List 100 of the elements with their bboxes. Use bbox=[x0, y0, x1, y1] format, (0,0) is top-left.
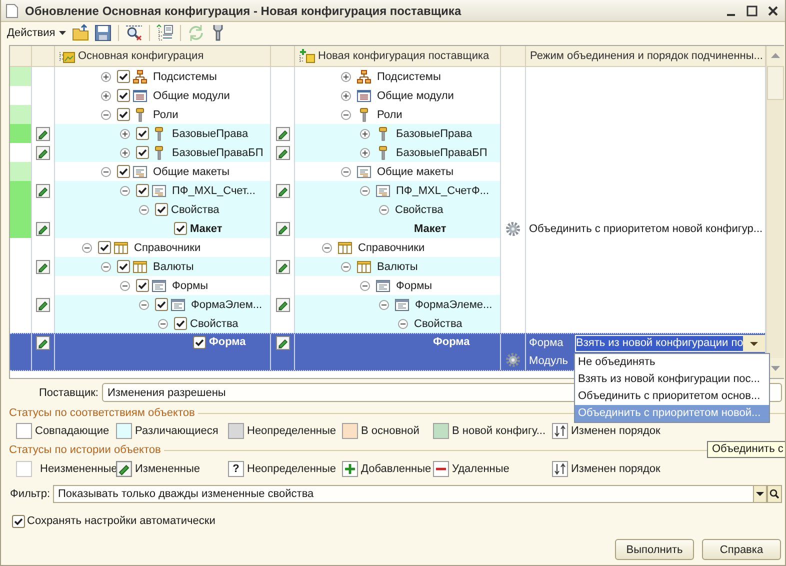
checkbox[interactable] bbox=[174, 222, 187, 235]
tree-toggle[interactable] bbox=[360, 128, 370, 138]
legend-label: Неопределенные bbox=[247, 425, 336, 437]
tree-toggle[interactable] bbox=[360, 186, 370, 196]
tree-toggle[interactable] bbox=[360, 148, 370, 158]
gear-icon[interactable] bbox=[505, 220, 521, 236]
checkbox[interactable] bbox=[12, 514, 25, 528]
tree-cell[interactable]: Подсистемы bbox=[295, 67, 501, 86]
tree-toggle[interactable] bbox=[341, 166, 351, 176]
tree-cell[interactable]: ФормаЭлеме... bbox=[295, 295, 501, 314]
dropdown-option[interactable]: Объединить с приоритетом основ... bbox=[575, 388, 769, 404]
dropdown-button[interactable] bbox=[753, 485, 767, 503]
actions-menu[interactable]: Действия bbox=[7, 27, 66, 39]
tree-cell[interactable]: Макет bbox=[295, 219, 501, 238]
checkbox[interactable] bbox=[117, 89, 130, 102]
tree-cell[interactable]: ФормаЭлем... bbox=[55, 295, 271, 314]
tree-toggle[interactable] bbox=[101, 90, 111, 100]
filter-field[interactable]: Показывать только дважды измененные свойства bbox=[53, 485, 753, 503]
tree-cell[interactable]: БазовыеПраваБП bbox=[295, 143, 501, 162]
tree-toggle[interactable] bbox=[120, 148, 130, 158]
checkbox[interactable] bbox=[117, 108, 130, 121]
checkbox[interactable] bbox=[136, 184, 149, 197]
checkbox[interactable] bbox=[98, 241, 111, 254]
scroll-thumb[interactable] bbox=[767, 66, 784, 100]
tree-toggle[interactable] bbox=[101, 166, 111, 176]
tree-toggle[interactable] bbox=[120, 186, 130, 196]
tree-cell[interactable]: ПФ_MXL_СчетФ... bbox=[295, 181, 501, 200]
tree-cell[interactable]: Форма bbox=[55, 334, 271, 370]
tree-cell[interactable]: БазовыеПрава bbox=[295, 124, 501, 143]
tree-cell[interactable]: Свойства bbox=[55, 314, 271, 333]
tree-toggle[interactable] bbox=[120, 280, 130, 290]
dialog-button[interactable]: Выполнить bbox=[615, 539, 694, 560]
checkbox[interactable] bbox=[136, 146, 149, 159]
tree-toggle[interactable] bbox=[341, 72, 351, 82]
folder-icon[interactable] bbox=[72, 24, 90, 42]
tree-toggle[interactable] bbox=[379, 204, 389, 214]
tree-toggle[interactable] bbox=[101, 72, 111, 82]
tree-toggle[interactable] bbox=[158, 318, 168, 328]
key-icon bbox=[133, 108, 147, 122]
question-icon: ? bbox=[228, 460, 244, 476]
save-icon[interactable] bbox=[94, 24, 112, 42]
tree-cell[interactable]: Свойства bbox=[295, 314, 501, 333]
legend-label: Удаленные bbox=[452, 462, 510, 474]
tree-toggle[interactable] bbox=[322, 242, 332, 252]
tree-toggle[interactable] bbox=[398, 318, 408, 328]
tree-cell[interactable]: Форма bbox=[295, 334, 501, 370]
checkbox[interactable] bbox=[174, 317, 187, 330]
search-icon[interactable] bbox=[767, 485, 782, 503]
node-label: Валюты bbox=[153, 260, 194, 272]
close-icon[interactable] bbox=[767, 4, 779, 16]
tree-cell[interactable]: БазовыеПраваБП bbox=[55, 143, 271, 162]
node-label: ПФ_MXL_Счет... bbox=[172, 184, 256, 196]
tree-cell[interactable]: Валюты bbox=[295, 257, 501, 276]
table-icon bbox=[357, 260, 371, 274]
dialog-button[interactable]: Справка bbox=[702, 539, 781, 560]
tree-cell[interactable]: Подсистемы bbox=[55, 67, 271, 86]
tree-toggle[interactable] bbox=[341, 262, 351, 272]
tree-cell[interactable]: Общие модули bbox=[295, 86, 501, 105]
tree-toggle[interactable] bbox=[139, 204, 149, 214]
tree-cell[interactable]: Свойства bbox=[55, 200, 271, 219]
tree-toggle[interactable] bbox=[360, 280, 370, 290]
tree-list-icon[interactable] bbox=[156, 24, 174, 42]
checkbox[interactable] bbox=[155, 203, 168, 216]
dropdown-button[interactable] bbox=[743, 334, 765, 352]
tree-cell[interactable]: Макет bbox=[55, 219, 271, 238]
key-icon bbox=[357, 108, 371, 122]
maximize-icon[interactable] bbox=[746, 4, 758, 16]
tree-toggle[interactable] bbox=[120, 128, 130, 138]
tree-toggle[interactable] bbox=[341, 90, 351, 100]
checkbox[interactable] bbox=[155, 298, 168, 311]
tree-cell[interactable]: БазовыеПрава bbox=[55, 124, 271, 143]
checkbox[interactable] bbox=[136, 279, 149, 292]
tree-toggle[interactable] bbox=[101, 262, 111, 272]
form-icon bbox=[152, 278, 166, 292]
tree-toggle[interactable] bbox=[139, 300, 149, 310]
tree-cell[interactable]: Свойства bbox=[295, 200, 501, 219]
tooltip: Объединить с bbox=[707, 441, 785, 458]
tree-cell[interactable]: Общие модули bbox=[55, 86, 271, 105]
tree-toggle[interactable] bbox=[379, 300, 389, 310]
tree-cell[interactable]: ПФ_MXL_Счет... bbox=[55, 181, 271, 200]
document-icon bbox=[357, 164, 371, 178]
table-icon bbox=[114, 240, 128, 254]
checkbox[interactable] bbox=[117, 260, 130, 273]
checkbox[interactable] bbox=[117, 165, 130, 178]
node-label: Форма bbox=[433, 336, 470, 348]
checkbox[interactable] bbox=[136, 127, 149, 140]
filter-label: Фильтр: bbox=[10, 488, 50, 500]
legend-label: В новой конфигу... bbox=[452, 425, 546, 437]
tree-toggle[interactable] bbox=[341, 110, 351, 120]
tree-toggle[interactable] bbox=[101, 110, 111, 120]
checkbox[interactable] bbox=[193, 336, 206, 349]
dropdown-option[interactable]: Не объединять bbox=[575, 354, 769, 370]
node-label: Справочники bbox=[358, 242, 425, 254]
magnifier-cross-icon[interactable] bbox=[125, 24, 144, 42]
checkbox[interactable] bbox=[117, 70, 130, 83]
gear-icon[interactable] bbox=[505, 352, 521, 368]
group-title: Статусы по истории объектов bbox=[9, 444, 161, 456]
tree-cell[interactable]: Валюты bbox=[55, 257, 271, 276]
caret-icon[interactable] bbox=[59, 31, 66, 35]
tree-toggle[interactable] bbox=[82, 242, 92, 252]
